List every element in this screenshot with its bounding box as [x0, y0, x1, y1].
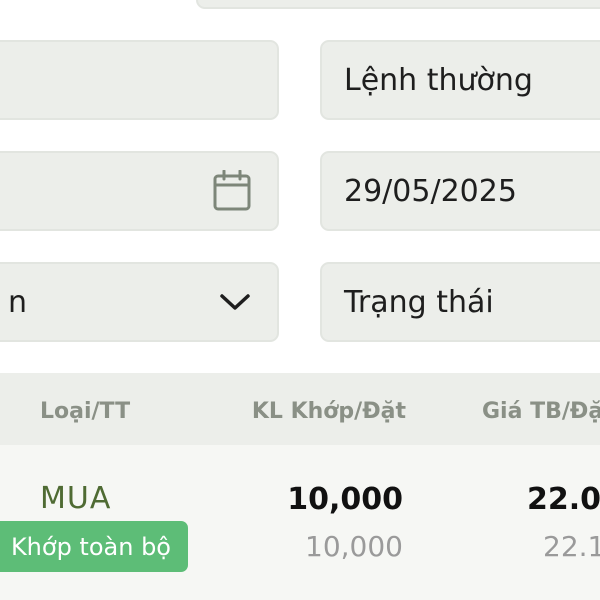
order-quantity: 10,000 [305, 530, 403, 563]
average-price: 22.0 [527, 482, 600, 517]
column-header-type: Loại/TT [40, 399, 131, 424]
account-select-field[interactable] [0, 40, 279, 120]
side-select[interactable]: n [0, 262, 279, 342]
top-filter-field[interactable] [196, 0, 600, 9]
status-select[interactable]: Trạng thái [320, 262, 600, 342]
table-header: Loại/TT KL Khớp/Đặt Giá TB/Đặt [0, 373, 600, 445]
calendar-icon[interactable] [213, 170, 251, 212]
matched-quantity: 10,000 [287, 482, 403, 517]
order-type-value: Lệnh thường [344, 62, 533, 98]
order-price: 22.1 [543, 530, 600, 563]
status-select-value: Trạng thái [344, 284, 494, 320]
chevron-down-icon[interactable] [219, 292, 251, 312]
column-header-quantity: KL Khớp/Đặt [251, 399, 406, 424]
side-select-value: n [8, 284, 28, 320]
order-history-screen: Lệnh thường 29/05/2025 n Trạng thái Loại… [0, 0, 600, 600]
to-date-input[interactable]: 29/05/2025 [320, 151, 600, 231]
order-type-select[interactable]: Lệnh thường [320, 40, 600, 120]
to-date-value: 29/05/2025 [344, 173, 517, 209]
order-side: MUA [40, 481, 112, 516]
from-date-input[interactable] [0, 151, 279, 231]
status-badge: Khớp toàn bộ [0, 521, 188, 572]
table-row[interactable]: MUA Khớp toàn bộ 10,000 10,000 22.0 22.1 [0, 445, 600, 600]
column-header-price: Giá TB/Đặt [482, 399, 600, 424]
